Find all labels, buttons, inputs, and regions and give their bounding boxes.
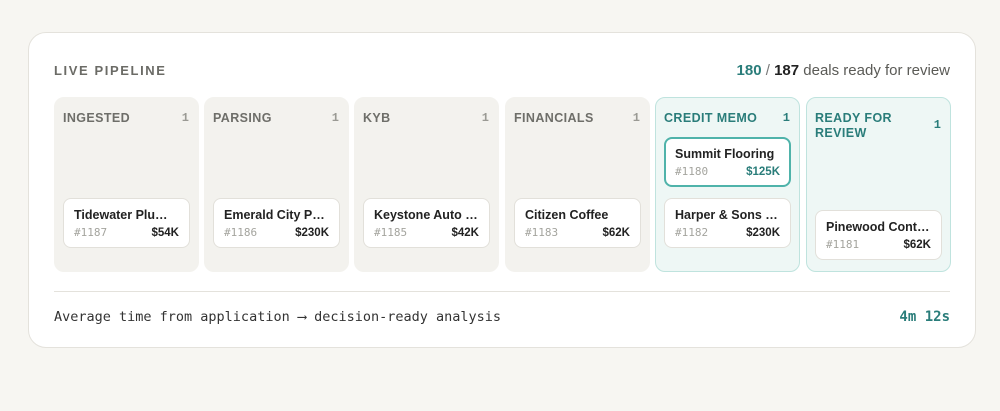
column-kyb: KYB 1 Keystone Auto … #1185 $42K: [354, 97, 499, 272]
column-count: 1: [782, 111, 790, 125]
deal-card[interactable]: Citizen Coffee #1183 $62K: [514, 198, 641, 248]
deal-amount: $62K: [602, 227, 631, 239]
column-ready-for-review: READY FOR REVIEW 1 Pinewood Cont… #1181 …: [806, 97, 951, 272]
pipeline-card: LIVE PIPELINE 180 / 187 deals ready for …: [28, 32, 976, 348]
deal-card[interactable]: Emerald City P… #1186 $230K: [213, 198, 340, 248]
deal-id: #1182: [675, 226, 709, 239]
deal-name: Keystone Auto …: [374, 208, 478, 222]
deal-name: Harper & Sons …: [675, 208, 778, 222]
column-ingested: INGESTED 1 Tidewater Plu… #1187 $54K: [54, 97, 199, 272]
column-title: CREDIT MEMO: [664, 111, 758, 125]
column-financials: FINANCIALS 1 Citizen Coffee #1183 $62K: [505, 97, 650, 272]
column-count: 1: [181, 111, 189, 125]
column-count: 1: [632, 111, 640, 125]
ready-count: 180: [736, 61, 762, 79]
deal-amount: $54K: [151, 227, 180, 239]
deal-card[interactable]: Keystone Auto … #1185 $42K: [363, 198, 490, 248]
deal-name: Citizen Coffee: [525, 208, 609, 222]
deal-count-summary: 180 / 187 deals ready for review: [737, 62, 950, 79]
column-title: READY FOR REVIEW: [815, 111, 892, 140]
deal-name: Tidewater Plu…: [74, 208, 168, 222]
deal-card-active[interactable]: Summit Flooring #1180 $125K: [664, 137, 791, 187]
count-separator: /: [765, 61, 770, 79]
column-credit-memo: CREDIT MEMO 1 Summit Flooring #1180 $125…: [655, 97, 800, 272]
column-count: 1: [933, 118, 941, 132]
column-count: 1: [481, 111, 489, 125]
column-parsing: PARSING 1 Emerald City P… #1186 $230K: [204, 97, 349, 272]
deal-amount: $230K: [295, 227, 329, 239]
average-time-value: 4m 12s: [899, 309, 950, 325]
deal-count-suffix: deals ready for review: [803, 61, 950, 79]
deal-amount: $62K: [903, 239, 932, 251]
deal-card[interactable]: Tidewater Plu… #1187 $54K: [63, 198, 190, 248]
deal-amount: $125K: [746, 166, 780, 178]
deal-name: Emerald City P…: [224, 208, 325, 222]
deal-name: Summit Flooring: [675, 147, 775, 161]
deal-id: #1183: [525, 226, 559, 239]
deal-id: #1187: [74, 226, 108, 239]
pipeline-header: LIVE PIPELINE 180 / 187 deals ready for …: [54, 59, 950, 81]
column-count: 1: [331, 111, 339, 125]
pipeline-title: LIVE PIPELINE: [54, 62, 167, 78]
deal-id: #1180: [675, 165, 709, 178]
deal-amount: $42K: [451, 227, 480, 239]
deal-id: #1181: [826, 238, 860, 251]
deal-id: #1185: [374, 226, 408, 239]
average-time-label: Average time from application ⟶ decision…: [54, 309, 502, 325]
deal-id: #1186: [224, 226, 258, 239]
pipeline-columns: INGESTED 1 Tidewater Plu… #1187 $54K PAR…: [54, 97, 952, 272]
column-title: FINANCIALS: [514, 111, 594, 125]
deal-amount: $230K: [746, 227, 780, 239]
footer-divider: [54, 291, 950, 292]
deal-card[interactable]: Pinewood Cont… #1181 $62K: [815, 210, 942, 260]
total-count: 187: [774, 61, 800, 79]
column-title: INGESTED: [63, 111, 131, 125]
pipeline-footer: Average time from application ⟶ decision…: [54, 307, 950, 327]
column-title: KYB: [363, 111, 391, 125]
column-title: PARSING: [213, 111, 272, 125]
deal-name: Pinewood Cont…: [826, 220, 930, 234]
deal-card[interactable]: Harper & Sons … #1182 $230K: [664, 198, 791, 248]
